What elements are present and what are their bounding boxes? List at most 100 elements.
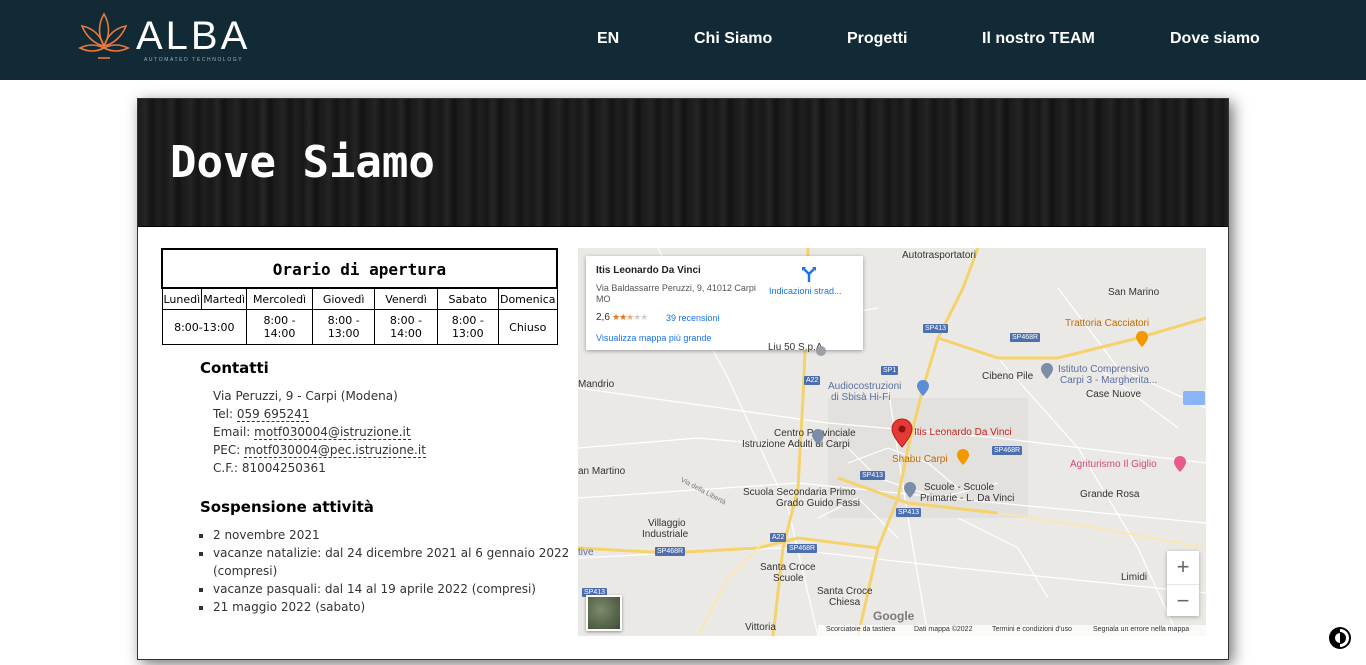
email-link[interactable]: motf030004@istruzione.it [254,425,411,440]
logo-subtext: AUTOMATED TECHNOLOGY [144,57,244,63]
suspension-list: 2 novembre 2021 vacanze natalizie: dal 2… [200,526,573,616]
road-shield: SP468R [787,544,818,553]
place-rating: 2,6 [596,312,610,323]
map-label: Case Nuove [1086,389,1142,400]
road-shield: SP413 [860,471,886,480]
school-icon [812,429,824,445]
list-item: 2 novembre 2021 [213,526,573,544]
map-label: Chiesa [829,597,861,608]
map-label: Santa Croce [760,562,816,573]
road-shield: SP468R [992,446,1023,455]
map-label: Vittoria [745,622,776,633]
map-label: Carpi 3 - Margherita... [1060,375,1158,386]
road-shield: A22 [804,376,821,385]
zoom-in-button[interactable]: + [1167,551,1199,583]
keyboard-shortcuts-link[interactable]: Scorciatoie da tastiera [826,626,895,633]
contact-cf: C.F.: 81004250361 [213,461,326,475]
contrast-toggle-icon[interactable] [1329,627,1351,649]
map-label: Villaggio [648,518,686,529]
day-header: Sabato [436,287,499,310]
map-label: Grande Rosa [1080,489,1140,500]
contacts-heading: Contatti [200,359,269,377]
rating-stars-icon: ★★★★★ [612,312,648,322]
page-title: Dove Siamo [170,137,435,188]
day-header: Domenica [497,287,558,310]
directions-icon[interactable] [800,265,818,283]
directions-link[interactable]: Indicazioni strad... [769,286,842,296]
leaf-icon [78,12,130,59]
list-item: 21 maggio 2022 (sabato) [213,598,573,616]
nav-item-dove-siamo[interactable]: Dove siamo [1170,30,1260,48]
road-shield: SP413 [923,324,949,333]
school-icon [904,482,916,498]
place-icon [816,346,826,356]
day-header: Lunedì [161,287,203,310]
map-label: Autotrasportatori [902,250,976,261]
map-label: Grado Guido Fassi [776,498,860,509]
tel-label: Tel: [213,407,234,421]
hours-cell: 8:00 - 13:00 [436,309,499,345]
embedded-map[interactable]: Itis Leonardo Da Vinci Via Baldassarre P… [578,248,1206,636]
map-label: Itis Leonardo Da Vinci [914,427,1012,438]
map-label: Cibeno Pile [982,371,1034,382]
map-label: Mandrio [578,379,615,390]
report-error-link[interactable]: Segnala un errore nella mappa [1093,626,1189,633]
place-address: Via Baldassarre Peruzzi, 9, 41012 Carpi … [596,283,756,304]
logo-text: ALBA [136,14,251,58]
terms-link[interactable]: Termini e condizioni d'uso [992,626,1072,633]
map-pin-icon[interactable] [891,418,913,448]
transit-icon [1183,391,1205,405]
suspension-heading: Sospensione attività [200,498,374,516]
hours-cell: Chiuso [497,309,558,345]
nav-item-en[interactable]: EN [597,30,619,48]
day-header: Mercoledì [246,287,313,310]
map-label: Istruzione Adulti di Carpi [742,439,850,450]
hero-banner: Dove Siamo [138,99,1228,227]
restaurant-icon [1136,331,1148,347]
map-label: Santa Croce [817,586,873,597]
road-shield: SP468R [655,547,686,556]
place-name: Itis Leonardo Da Vinci [596,265,701,276]
tel-link[interactable]: 059 695241 [236,407,310,422]
pec-label: PEC: [213,443,241,457]
list-item: vacanze pasquali: dal 14 al 19 aprile 20… [213,580,573,598]
map-label: Audiocostruzioni [828,381,902,392]
alba-logo[interactable]: ALBA AUTOMATED TECHNOLOGY [76,8,247,66]
map-label: San Marino [1108,287,1160,298]
shop-icon [917,380,929,396]
map-label: Primarie - L. Da Vinci [920,493,1015,504]
zoom-out-button[interactable]: − [1167,584,1199,617]
map-label: Scuola Secondaria Primo [743,487,856,498]
reviews-link[interactable]: 39 recensioni [666,313,720,323]
pec-link[interactable]: motf030004@pec.istruzione.it [244,443,426,458]
nav-item-progetti[interactable]: Progetti [847,30,907,48]
zoom-controls: + − [1167,551,1199,616]
map-label: Shabu Carpi [892,454,948,465]
satellite-view-toggle[interactable] [586,595,622,631]
map-label: di Sbisà Hi-Fi [831,392,891,403]
map-label: Industriale [642,529,689,540]
map-label: Trattoria Cacciatori [1065,318,1150,329]
map-data-label: Dati mappa ©2022 [914,626,973,633]
road-shield: SP468R [1010,333,1041,342]
hours-cell: 8:00 - 14:00 [246,309,313,345]
nav-item-team[interactable]: Il nostro TEAM [982,30,1095,48]
nav-item-chi-siamo[interactable]: Chi Siamo [694,30,772,48]
map-label: tive [578,547,594,558]
place-info-card: Itis Leonardo Da Vinci Via Baldassarre P… [586,256,863,350]
content-card: Dove Siamo Orario di apertura Lunedì Mar… [137,98,1229,660]
school-icon [1041,363,1053,379]
map-footer: Scorciatoie da tastiera Dati mappa ©2022… [818,625,1206,636]
road-shield: SP413 [896,508,922,517]
top-navbar: ALBA AUTOMATED TECHNOLOGY EN Chi Siamo P… [0,0,1366,80]
hours-cell: 8:00 - 14:00 [374,309,438,345]
restaurant-icon [957,449,969,465]
map-label: Scuole [773,573,804,584]
map-label: Agriturismo Il Giglio [1070,459,1157,470]
lodging-icon [1174,456,1186,472]
email-label: Email: [213,425,251,439]
larger-map-link[interactable]: Visualizza mappa più grande [596,333,711,343]
hours-title: Orario di apertura [161,248,558,289]
google-logo: Google [873,609,915,623]
contact-tel: Tel: 059 695241 [213,407,310,422]
